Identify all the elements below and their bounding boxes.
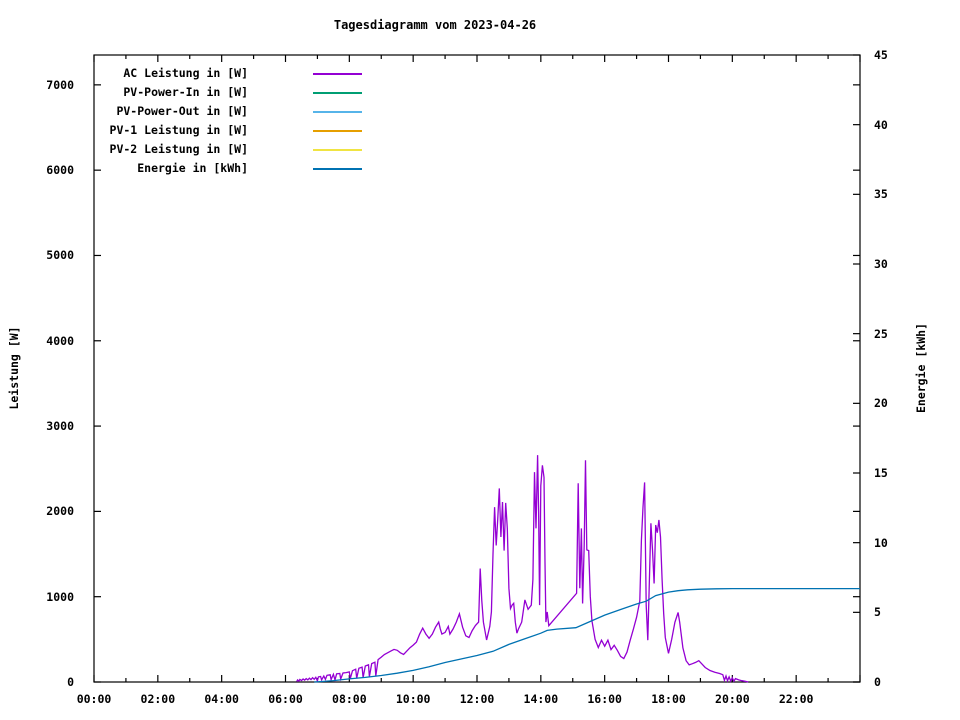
x-tick-label: 02:00 [140, 692, 176, 706]
chart-canvas: Tagesdiagramm vom 2023-04-26 Leistung [W… [0, 0, 960, 720]
y2-tick-label: 25 [874, 326, 888, 341]
y-tick-label: 2000 [46, 504, 74, 519]
x-tick-label: 20:00 [715, 692, 750, 706]
y-tick-label: 5000 [46, 248, 74, 263]
legend-line-icon [313, 149, 362, 151]
legend-label-1: PV-Power-In in [W] [123, 85, 248, 99]
legend-line-icon [313, 92, 362, 94]
series-line-0 [296, 455, 749, 683]
y-tick-label: 1000 [46, 589, 74, 604]
legend-line-icon [313, 111, 362, 113]
legend-label-3: PV-1 Leistung in [W] [109, 123, 248, 137]
y-tick-label: 4000 [46, 333, 74, 348]
legend-label-0: AC Leistung in [W] [123, 66, 248, 80]
x-tick-label: 10:00 [395, 692, 431, 706]
x-tick-label: 14:00 [523, 692, 559, 706]
legend-label-2: PV-Power-Out in [W] [116, 104, 248, 118]
x-tick-label: 18:00 [651, 692, 686, 706]
x-tick-label: 12:00 [459, 692, 495, 706]
y2-tick-label: 35 [874, 187, 888, 202]
y2-tick-label: 0 [874, 675, 881, 689]
y2-tick-label: 45 [874, 48, 888, 62]
y2-tick-label: 30 [874, 257, 888, 271]
x-tick-label: 04:00 [204, 692, 239, 706]
x-tick-label: 08:00 [332, 692, 367, 706]
x-tick-label: 00:00 [76, 692, 112, 706]
y2-tick-label: 5 [874, 605, 881, 620]
legend-label-5: Energie in [kWh] [137, 161, 248, 175]
x-tick-label: 06:00 [268, 692, 303, 706]
legend-line-icon [313, 130, 362, 132]
legend-line-icon [313, 73, 362, 75]
y2-tick-label: 20 [874, 396, 888, 411]
series-line-5 [314, 587, 860, 683]
x-tick-label: 22:00 [778, 692, 814, 706]
x-tick-label: 16:00 [587, 692, 622, 706]
legend-line-icon [313, 168, 362, 170]
y-tick-label: 3000 [46, 419, 74, 434]
y2-tick-label: 10 [874, 535, 888, 550]
y-tick-label: 0 [67, 675, 74, 689]
y2-tick-label: 40 [874, 117, 888, 132]
legend-label-4: PV-2 Leistung in [W] [109, 142, 248, 156]
y2-tick-label: 15 [874, 466, 888, 480]
